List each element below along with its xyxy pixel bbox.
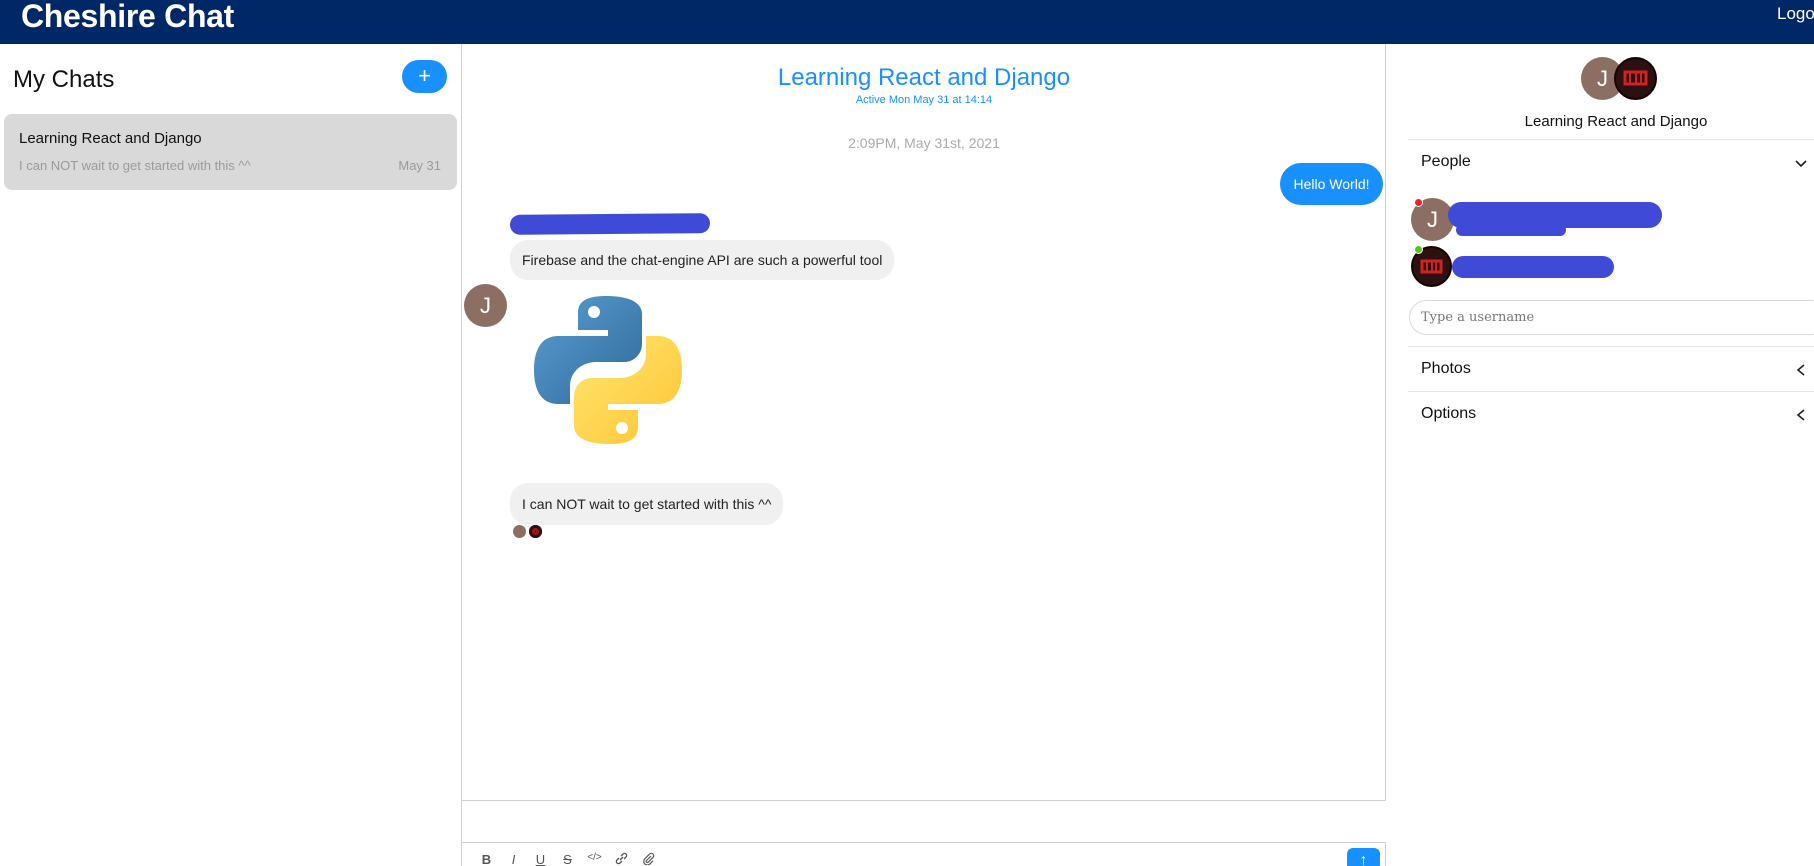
- chat-card-selected[interactable]: Learning React and Django I can NOT wait…: [4, 114, 457, 190]
- send-button[interactable]: ↑: [1347, 848, 1380, 866]
- offline-status-dot: [1414, 198, 1423, 207]
- sender-avatar[interactable]: J: [464, 284, 507, 327]
- chat-feed-panel: Learning React and Django Active Mon May…: [462, 44, 1386, 866]
- incoming-message: Firebase and the chat-engine API are suc…: [510, 240, 895, 280]
- format-toolbar: B I U S </>: [478, 852, 657, 866]
- top-navbar: Cheshire Chat Logout: [0, 0, 1814, 44]
- chat-card-title: Learning React and Django: [19, 130, 202, 147]
- chat-settings-panel: J Learning React and Django People J Pho…: [1386, 44, 1814, 866]
- link-icon[interactable]: [613, 852, 630, 866]
- chat-active-status: Active Mon May 31 at 14:14: [855, 94, 993, 106]
- read-receipt-avatar: [513, 525, 526, 538]
- arrow-up-icon: ↑: [1359, 852, 1368, 866]
- strikethrough-icon[interactable]: S: [559, 852, 576, 866]
- group-avatar: [1614, 57, 1657, 100]
- divider: [1408, 391, 1814, 392]
- chat-card-preview: I can NOT wait to get started with this …: [19, 158, 251, 173]
- chat-list-title: My Chats: [13, 66, 115, 93]
- python-logo-icon: [534, 296, 682, 444]
- italic-icon[interactable]: I: [505, 852, 522, 866]
- bold-icon[interactable]: B: [478, 852, 495, 866]
- plus-icon: +: [418, 63, 431, 88]
- redacted-member-name: [1456, 224, 1566, 236]
- chat-card-date: May 31: [398, 158, 441, 173]
- chevron-left-icon[interactable]: [1794, 363, 1808, 377]
- chevron-down-icon[interactable]: [1794, 156, 1808, 170]
- online-status-dot: [1414, 245, 1423, 254]
- underline-icon[interactable]: U: [532, 852, 549, 866]
- logout-button[interactable]: Logout: [1777, 4, 1814, 24]
- outgoing-message: Hello World!: [1280, 163, 1383, 205]
- divider: [1408, 139, 1814, 140]
- brand-title: Cheshire Chat: [21, 0, 235, 34]
- photos-section-header[interactable]: Photos: [1421, 360, 1471, 378]
- group-title: Learning React and Django: [1524, 113, 1708, 130]
- username-input[interactable]: [1409, 300, 1814, 335]
- incoming-message: I can NOT wait to get started with this …: [510, 483, 784, 525]
- redacted-sender-name: [509, 213, 711, 235]
- logo-mark-icon: [1623, 70, 1648, 86]
- redacted-member-name: [1452, 256, 1614, 278]
- chevron-left-icon[interactable]: [1794, 408, 1808, 422]
- chat-list-panel: My Chats + Learning React and Django I c…: [0, 44, 462, 866]
- divider: [1408, 346, 1814, 347]
- read-receipt-avatar: [529, 525, 542, 538]
- new-chat-button[interactable]: +: [402, 60, 447, 93]
- people-section-header[interactable]: People: [1421, 153, 1471, 171]
- message-input[interactable]: [462, 800, 1386, 843]
- message-timestamp: 2:09PM, May 31st, 2021: [848, 135, 1000, 151]
- attach-icon[interactable]: [640, 852, 657, 866]
- chat-feed-title: Learning React and Django: [777, 64, 1071, 91]
- code-icon[interactable]: </>: [586, 852, 603, 866]
- options-section-header[interactable]: Options: [1421, 405, 1476, 423]
- python-logo-image[interactable]: [532, 294, 684, 446]
